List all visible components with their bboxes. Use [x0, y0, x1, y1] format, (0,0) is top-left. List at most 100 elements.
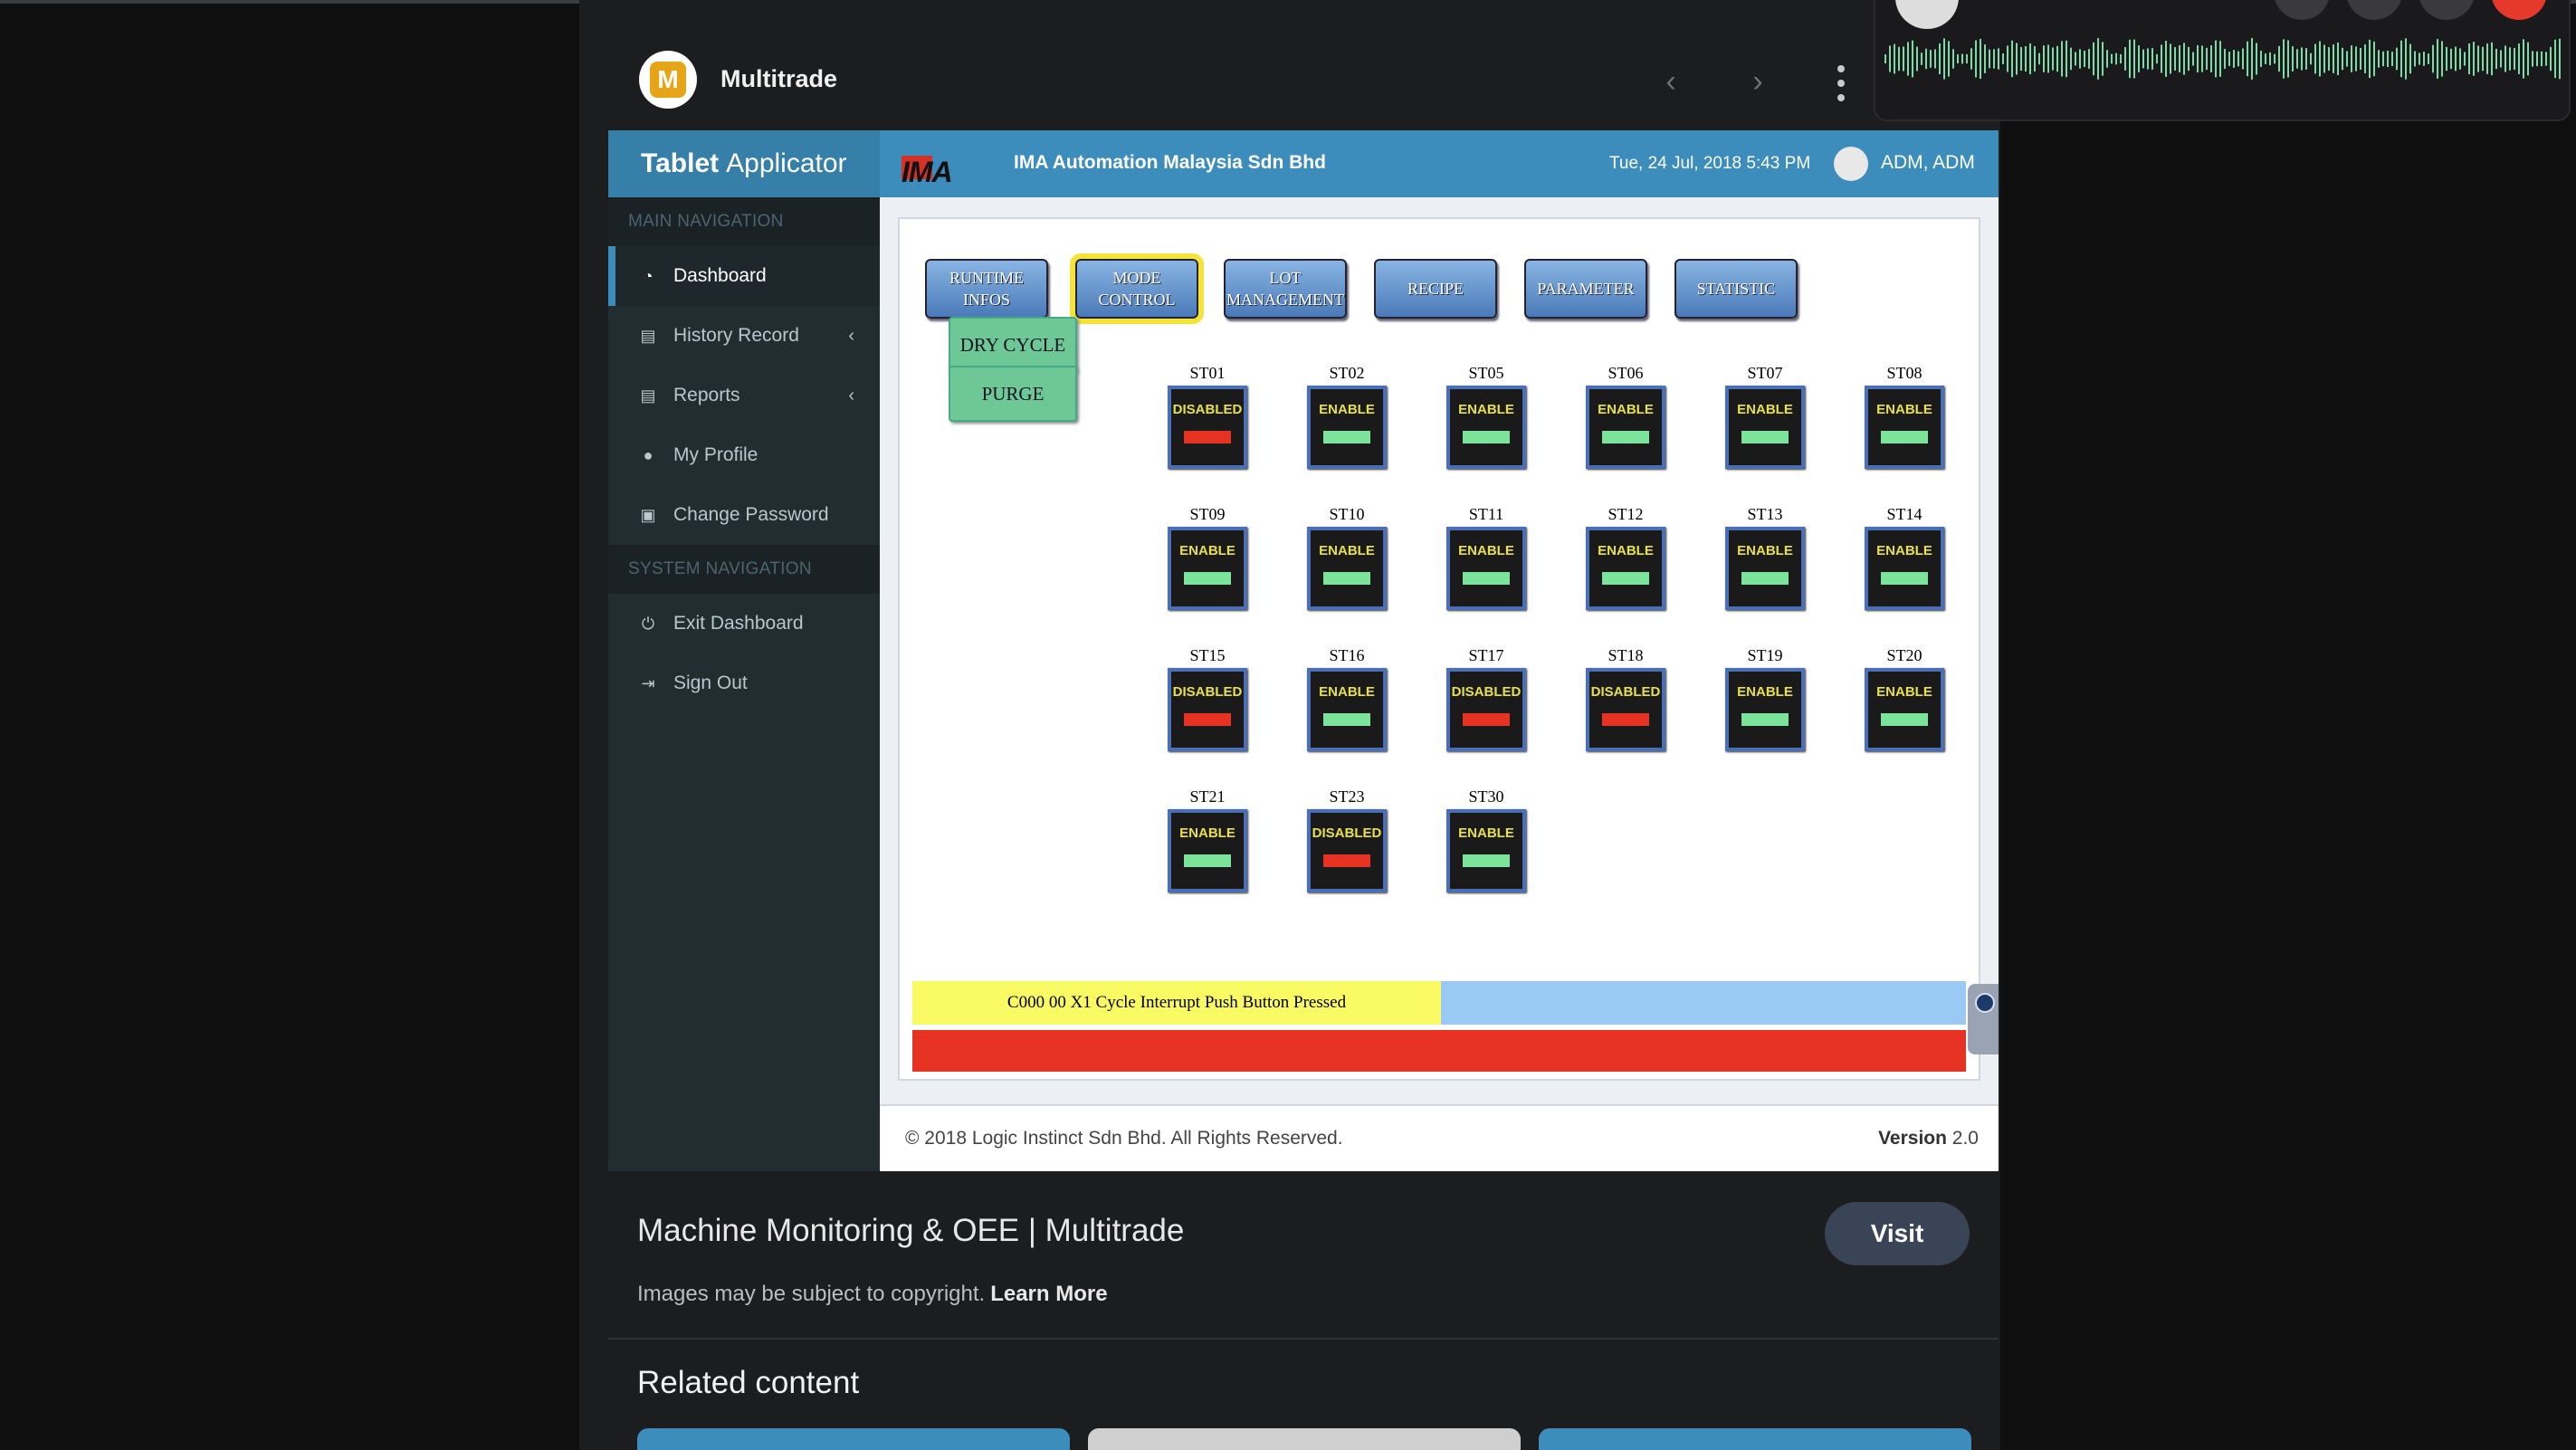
station-status-box[interactable]: DISABLED — [1586, 668, 1665, 751]
end-call-button[interactable] — [2491, 0, 2547, 20]
station-st17[interactable]: ST17 DISABLED — [1446, 643, 1526, 751]
station-st14[interactable]: ST14 ENABLE — [1865, 501, 1944, 610]
chevron-left-icon[interactable]: ‹ — [1653, 63, 1689, 100]
station-st05[interactable]: ST05 ENABLE — [1446, 360, 1526, 469]
station-label: ST21 — [1189, 787, 1226, 806]
remote-support-icon[interactable] — [1968, 984, 1999, 1054]
station-status-box[interactable]: ENABLE — [1865, 386, 1944, 469]
tab-runtime-infos[interactable]: RUNTIME INFOS — [925, 259, 1048, 319]
site-logo[interactable]: M — [639, 51, 697, 109]
sidebar-item-history-record[interactable]: ▤ History Record ‹ — [608, 306, 880, 366]
screen-share-button[interactable] — [2274, 0, 2330, 20]
learn-more-link[interactable]: Learn More — [990, 1282, 1107, 1306]
audio-waveform — [1884, 38, 2561, 80]
more-options-button[interactable] — [2419, 0, 2475, 20]
tab-lot-management[interactable]: LOT MANAGEMENT — [1224, 259, 1347, 319]
station-status: ENABLE — [1458, 825, 1514, 841]
station-status-box[interactable]: ENABLE — [1865, 668, 1944, 751]
ima-logo: IMA — [900, 148, 953, 188]
station-status-box[interactable]: ENABLE — [1865, 527, 1944, 610]
station-status: DISABLED — [1312, 825, 1382, 841]
station-status-box[interactable]: DISABLED — [1446, 668, 1526, 751]
station-status-box[interactable]: ENABLE — [1307, 668, 1387, 751]
station-status: DISABLED — [1172, 684, 1243, 700]
sidebar-item-change-password[interactable]: ▣ Change Password — [608, 485, 880, 545]
station-status-box[interactable]: ENABLE — [1446, 809, 1526, 892]
station-status-box[interactable]: ENABLE — [1168, 527, 1247, 610]
site-name[interactable]: Multitrade — [720, 65, 837, 93]
microphone-button[interactable] — [2346, 0, 2402, 20]
station-status-box[interactable]: ENABLE — [1307, 527, 1387, 610]
tab-parameter[interactable]: PARAMETER — [1524, 259, 1647, 319]
user-name[interactable]: ADM, ADM — [1881, 152, 1975, 174]
station-status-box[interactable]: DISABLED — [1307, 809, 1387, 892]
sidebar-item-my-profile[interactable]: ● My Profile — [608, 425, 880, 485]
station-label: ST19 — [1747, 646, 1783, 664]
station-status-indicator — [1323, 572, 1370, 585]
station-st13[interactable]: ST13 ENABLE — [1725, 501, 1805, 610]
station-status: ENABLE — [1319, 543, 1375, 558]
station-status: ENABLE — [1179, 543, 1236, 558]
station-label: ST05 — [1468, 364, 1504, 382]
station-status-box[interactable]: ENABLE — [1307, 386, 1387, 469]
station-st10[interactable]: ST10 ENABLE — [1307, 501, 1387, 610]
tab-recipe[interactable]: RECIPE — [1374, 259, 1497, 319]
station-st23[interactable]: ST23 DISABLED — [1307, 784, 1387, 892]
station-status-box[interactable]: ENABLE — [1586, 527, 1665, 610]
station-status-box[interactable]: ENABLE — [1446, 386, 1526, 469]
tab-statistic[interactable]: STATISTIC — [1674, 259, 1798, 319]
station-st30[interactable]: ST30 ENABLE — [1446, 784, 1526, 892]
station-st15[interactable]: ST15 DISABLED — [1168, 643, 1247, 751]
station-status: ENABLE — [1458, 402, 1514, 417]
station-status-box[interactable]: ENABLE — [1725, 527, 1805, 610]
station-st16[interactable]: ST16 ENABLE — [1307, 643, 1387, 751]
station-status-box[interactable]: ENABLE — [1725, 386, 1805, 469]
station-status: ENABLE — [1319, 684, 1375, 700]
sidebar-item-reports[interactable]: ▤ Reports ‹ — [608, 366, 880, 425]
purge-button[interactable]: PURGE — [949, 366, 1077, 422]
station-st08[interactable]: ST08 ENABLE — [1865, 360, 1944, 469]
brand[interactable]: Tablet Applicator — [608, 130, 880, 197]
station-status-box[interactable]: DISABLED — [1168, 668, 1247, 751]
station-st12[interactable]: ST12 ENABLE — [1586, 501, 1665, 610]
tab-mode-control[interactable]: MODE CONTROL — [1070, 253, 1204, 324]
station-st11[interactable]: ST11 ENABLE — [1446, 501, 1526, 610]
station-status-box[interactable]: ENABLE — [1725, 668, 1805, 751]
related-thumbnail[interactable] — [1539, 1428, 1971, 1450]
image-title[interactable]: Machine Monitoring & OEE | Multitrade — [637, 1213, 1184, 1249]
station-st21[interactable]: ST21 ENABLE — [1168, 784, 1247, 892]
station-st09[interactable]: ST09 ENABLE — [1168, 501, 1247, 610]
station-status-indicator — [1602, 431, 1649, 444]
sidebar-item-label: Sign Out — [673, 673, 748, 693]
station-status: DISABLED — [1590, 684, 1661, 700]
station-label: ST30 — [1468, 787, 1504, 806]
visit-button[interactable]: Visit — [1825, 1202, 1970, 1265]
dry-cycle-button[interactable]: DRY CYCLE — [949, 317, 1077, 373]
preview-image[interactable]: Tablet Applicator MAIN NAVIGATION ◔ Dashb… — [608, 130, 1999, 1171]
station-status-box[interactable]: ENABLE — [1586, 386, 1665, 469]
user-icon: ● — [643, 445, 654, 464]
station-status-box[interactable]: DISABLED — [1168, 386, 1247, 469]
more-vert-icon[interactable] — [1832, 65, 1850, 101]
station-st18[interactable]: ST18 DISABLED — [1586, 643, 1665, 751]
station-st06[interactable]: ST06 ENABLE — [1586, 360, 1665, 469]
station-status-indicator — [1741, 431, 1789, 444]
station-st20[interactable]: ST20 ENABLE — [1865, 643, 1944, 751]
sidebar-item-label: Exit Dashboard — [673, 613, 804, 634]
station-status-indicator — [1881, 713, 1928, 726]
station-status-box[interactable]: ENABLE — [1446, 527, 1526, 610]
related-thumbnail[interactable] — [637, 1428, 1070, 1450]
station-st19[interactable]: ST19 ENABLE — [1725, 643, 1805, 751]
station-status: ENABLE — [1737, 684, 1793, 700]
station-status-box[interactable]: ENABLE — [1168, 809, 1247, 892]
station-st02[interactable]: ST02 ENABLE — [1307, 360, 1387, 469]
station-st07[interactable]: ST07 ENABLE — [1725, 360, 1805, 469]
related-thumbnail[interactable] — [1088, 1428, 1521, 1450]
station-st01[interactable]: ST01 DISABLED — [1168, 360, 1247, 469]
chevron-right-icon[interactable]: › — [1740, 63, 1776, 100]
dashboard-icon: ◔ — [643, 266, 654, 285]
sidebar-item-dashboard[interactable]: ◔ Dashboard — [608, 246, 880, 306]
sidebar-item-exit-dashboard[interactable]: ⏻ Exit Dashboard — [608, 594, 880, 653]
sidebar-item-sign-out[interactable]: ⇥ Sign Out — [608, 653, 880, 713]
user-avatar[interactable] — [1834, 147, 1868, 181]
